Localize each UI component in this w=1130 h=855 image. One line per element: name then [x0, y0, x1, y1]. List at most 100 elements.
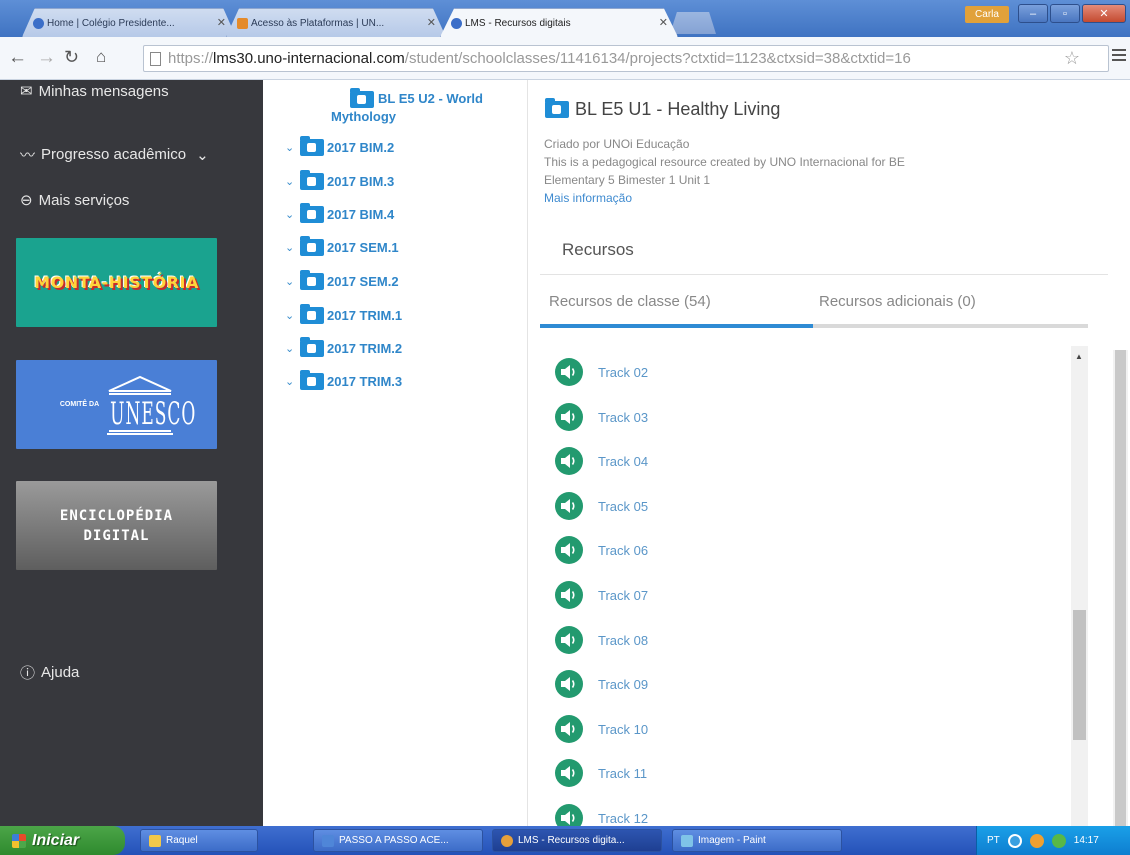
speaker-icon	[555, 670, 583, 698]
security-icon[interactable]	[1029, 833, 1044, 848]
chevron-down-icon[interactable]: ⌄	[285, 141, 297, 154]
track-link[interactable]: Track 09	[598, 677, 648, 692]
track-item[interactable]: Track 06	[555, 536, 648, 564]
track-item[interactable]: Track 03	[555, 403, 648, 431]
bookmark-star-icon[interactable]: ☆	[1064, 48, 1080, 69]
start-label: Iniciar	[32, 831, 80, 849]
track-link[interactable]: Track 06	[598, 543, 648, 558]
chevron-down-icon[interactable]: ⌄	[285, 241, 297, 254]
start-button[interactable]: Iniciar	[0, 826, 125, 855]
minus-circle-icon: ⊖	[20, 192, 33, 209]
chevron-down-icon[interactable]: ⌄	[285, 175, 297, 188]
track-list-scrollbar[interactable]: ▲	[1071, 346, 1088, 826]
browser-titlebar: Home | Colégio Presidente... ✕ Acesso às…	[0, 0, 1130, 37]
hamburger-menu-icon[interactable]	[1112, 49, 1126, 64]
resource-tabs: Recursos de classe (54) Recursos adicion…	[540, 293, 1088, 329]
description-text: Elementary 5 Bimester 1 Unit 1	[544, 173, 711, 187]
tab-indicator	[540, 324, 813, 328]
scroll-up-icon[interactable]: ▲	[1075, 352, 1083, 361]
close-tab-icon[interactable]: ✕	[427, 16, 436, 29]
unesco-banner[interactable]: COMITÊ DA UNESCO	[16, 360, 217, 449]
back-arrow-icon[interactable]: ←	[8, 47, 27, 69]
track-item[interactable]: Track 08	[555, 626, 648, 654]
enciclopedia-banner[interactable]: ENCICLOPÉDIA DIGITAL	[16, 481, 217, 570]
reload-icon[interactable]: ↻	[64, 47, 79, 68]
chevron-down-icon[interactable]: ⌄	[285, 275, 297, 288]
tree-item[interactable]: ⌄ 2017 BIM.2	[285, 136, 394, 156]
forward-arrow-icon[interactable]: →	[37, 47, 56, 69]
scrollbar-thumb[interactable]	[1073, 610, 1086, 740]
close-tab-icon[interactable]: ✕	[217, 16, 226, 29]
tree-item[interactable]: ⌄ 2017 BIM.4	[285, 203, 394, 223]
taskbar-item-passo[interactable]: PASSO A PASSO ACE...	[313, 829, 483, 852]
sidebar-item-services[interactable]: ⊖ Mais serviços	[20, 191, 130, 210]
taskbar-item-raquel[interactable]: Raquel	[140, 829, 258, 852]
page-scrollbar[interactable]	[1113, 350, 1128, 826]
folder-icon	[300, 236, 324, 256]
taskbar-item-paint[interactable]: Imagem - Paint	[672, 829, 842, 852]
tree-item[interactable]: ⌄ 2017 SEM.1	[285, 236, 399, 256]
folder-icon	[300, 270, 324, 290]
track-link[interactable]: Track 05	[598, 499, 648, 514]
folder-icon	[149, 834, 161, 847]
track-link[interactable]: Track 10	[598, 722, 648, 737]
folder-icon	[545, 98, 569, 118]
tree-item[interactable]: ⌄ 2017 TRIM.3	[285, 370, 402, 390]
tab-home[interactable]: Home | Colégio Presidente... ✕	[22, 8, 236, 37]
chevron-down-icon[interactable]: ⌄	[285, 375, 297, 388]
track-item[interactable]: Track 02	[555, 358, 648, 386]
tab-lms[interactable]: LMS - Recursos digitais ✕	[440, 8, 678, 37]
sidebar-item-messages[interactable]: ✉ Minhas mensagens	[20, 82, 169, 101]
sidebar-item-progress[interactable]: 〰 Progresso acadêmico ⌄	[20, 144, 209, 165]
user-badge[interactable]: Carla	[965, 6, 1009, 23]
tree-item-label: 2017 SEM.2	[327, 274, 399, 289]
track-link[interactable]: Track 04	[598, 454, 648, 469]
folder-icon	[300, 136, 324, 156]
track-item[interactable]: Track 09	[555, 670, 648, 698]
track-item[interactable]: Track 04	[555, 447, 648, 475]
chevron-down-icon[interactable]: ⌄	[285, 208, 297, 221]
close-window-button[interactable]: ✕	[1082, 4, 1126, 23]
language-indicator[interactable]: PT	[987, 835, 1000, 846]
taskbar-item-lms[interactable]: LMS - Recursos digita...	[492, 829, 662, 852]
minimize-button[interactable]: –	[1018, 4, 1048, 23]
track-link[interactable]: Track 12	[598, 811, 648, 826]
track-link[interactable]: Track 11	[598, 766, 647, 781]
track-link[interactable]: Track 08	[598, 633, 648, 648]
tab-class-resources[interactable]: Recursos de classe (54)	[549, 293, 711, 310]
track-item[interactable]: Track 05	[555, 492, 648, 520]
globe-icon	[33, 18, 44, 29]
tree-item[interactable]: ⌄ 2017 TRIM.2	[285, 337, 402, 357]
speaker-icon	[555, 358, 583, 386]
track-item[interactable]: Track 11	[555, 759, 647, 787]
close-tab-icon[interactable]: ✕	[659, 16, 668, 29]
track-link[interactable]: Track 02	[598, 365, 648, 380]
update-icon[interactable]	[1051, 833, 1066, 848]
track-link[interactable]: Track 07	[598, 588, 648, 603]
track-link[interactable]: Track 03	[598, 410, 648, 425]
tree-item[interactable]: ⌄ 2017 SEM.2	[285, 270, 399, 290]
tree-item-label: Mythology	[331, 109, 396, 124]
sidebar-item-label: Mais serviços	[38, 191, 130, 209]
chevron-down-icon[interactable]: ⌄	[285, 342, 297, 355]
network-icon[interactable]	[1007, 833, 1022, 848]
tab-additional-resources[interactable]: Recursos adicionais (0)	[819, 293, 976, 310]
home-icon[interactable]: ⌂	[96, 47, 106, 67]
tree-item-label: 2017 TRIM.1	[327, 308, 403, 323]
speaker-icon	[555, 492, 583, 520]
sidebar-item-help[interactable]: ⓘ Ajuda	[20, 662, 79, 683]
tree-item[interactable]: ⌄ 2017 BIM.3	[285, 170, 394, 190]
page-icon	[150, 52, 161, 66]
address-bar[interactable]: https://lms30.uno-internacional.com/stud…	[143, 45, 1109, 72]
scrollbar-thumb[interactable]	[1115, 350, 1126, 826]
chevron-down-icon[interactable]: ⌄	[285, 309, 297, 322]
more-info-link[interactable]: Mais informação	[544, 189, 1044, 207]
maximize-button[interactable]: ▫	[1050, 4, 1080, 23]
new-tab-button[interactable]	[670, 12, 716, 34]
track-item[interactable]: Track 07	[555, 581, 648, 609]
speaker-icon	[555, 536, 583, 564]
track-item[interactable]: Track 10	[555, 715, 648, 743]
tab-acesso[interactable]: Acesso às Plataformas | UN... ✕	[226, 8, 446, 37]
tree-item[interactable]: ⌄ 2017 TRIM.1	[285, 304, 403, 324]
monta-historia-banner[interactable]: MONTA-HISTÓRIA	[16, 238, 217, 327]
